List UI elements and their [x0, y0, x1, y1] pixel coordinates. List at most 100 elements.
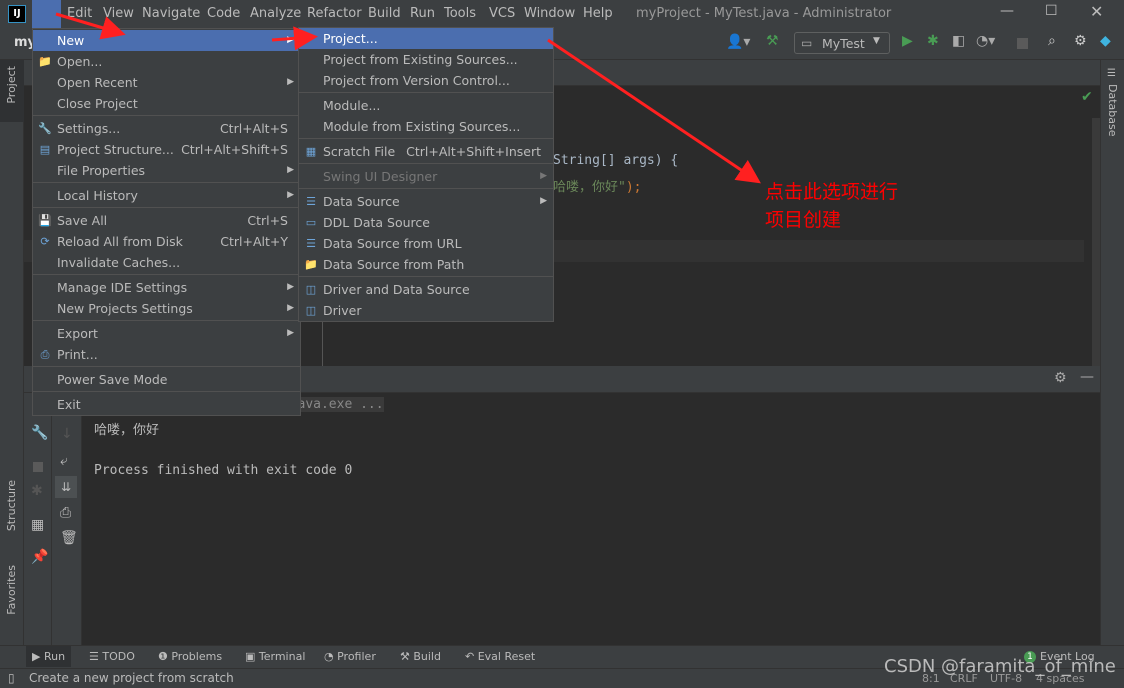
menu-refactor[interactable]: Refactor [307, 6, 362, 21]
menu-vcs[interactable]: VCS [489, 6, 515, 21]
editor-scrollbar[interactable] [1092, 118, 1100, 366]
menu-view[interactable]: View [103, 6, 134, 21]
project-structure-icon: ▤ [39, 143, 51, 156]
window-title: myProject - MyTest.java - Administrator [636, 6, 892, 21]
coverage-icon[interactable]: ◧ [952, 33, 965, 49]
tool-tab-build[interactable]: ⚒ Build [400, 650, 441, 663]
menu-item-driver-and-data-source[interactable]: ◫ Driver and Data Source [299, 279, 553, 300]
tool-tab-terminal[interactable]: ▣ Terminal [245, 650, 305, 663]
menu-item-open-recent[interactable]: Open Recent ▶ [33, 72, 300, 93]
scratch-file-icon: ▦ [305, 145, 317, 158]
menu-tools[interactable]: Tools [444, 6, 476, 21]
run-config-select[interactable]: ▭ MyTest ▼ [794, 32, 890, 54]
maximize-button[interactable]: ☐ [1045, 3, 1058, 19]
menu-run[interactable]: Run [410, 6, 435, 21]
menu-item-module-from-existing-sources[interactable]: Module from Existing Sources... [299, 116, 553, 137]
favorites-tab[interactable]: Favorites [5, 565, 18, 615]
menu-item-manage-ide-settings[interactable]: Manage IDE Settings ▶ [33, 277, 300, 298]
menu-item-scratch-file[interactable]: ▦ Scratch File Ctrl+Alt+Shift+Insert [299, 141, 553, 162]
build-hammer-icon[interactable]: ⚒ [766, 33, 779, 49]
gear-icon[interactable]: ⚙ [1074, 33, 1087, 49]
menu-item-data-source-from-path[interactable]: 📁 Data Source from Path [299, 254, 553, 275]
layout-icon[interactable]: ▦ [31, 517, 44, 533]
down-arrow-icon[interactable]: ↓ [61, 426, 73, 442]
menu-item-data-source-from-url[interactable]: ☰ Data Source from URL [299, 233, 553, 254]
menu-item-label: Project... [323, 31, 378, 46]
menu-build[interactable]: Build [368, 6, 401, 21]
menu-item-driver[interactable]: ◫ Driver [299, 300, 553, 321]
wrench-icon[interactable]: 🔧 [31, 425, 48, 441]
database-tab[interactable]: Database [1106, 84, 1119, 137]
menu-item-print[interactable]: ⎙ Print... [33, 344, 300, 365]
menu-item-ddl-data-source[interactable]: ▭ DDL Data Source [299, 212, 553, 233]
menu-item-power-save-mode[interactable]: Power Save Mode [33, 369, 300, 390]
submenu-arrow-icon: ▶ [287, 303, 294, 313]
pin-icon[interactable]: 📌 [31, 549, 48, 565]
debug-bug-icon[interactable]: ✱ [31, 483, 43, 499]
menu-item-open[interactable]: 📁 Open... [33, 51, 300, 72]
toggle-tool-windows-icon[interactable]: ▯ [8, 671, 15, 685]
menu-item-module[interactable]: Module... [299, 95, 553, 116]
submenu-arrow-icon: ▶ [287, 77, 294, 87]
tool-tab-run[interactable]: ▶ Run [26, 646, 72, 667]
menu-item-project-from-existing-sources[interactable]: Project from Existing Sources... [299, 49, 553, 70]
soft-wrap-icon[interactable]: ⤶ [60, 453, 68, 469]
menu-item-settings[interactable]: 🔧 Settings... Ctrl+Alt+S [33, 118, 300, 139]
tool-tab-problems[interactable]: ❶ Problems [158, 650, 222, 663]
user-icon[interactable]: 👤▾ [726, 34, 750, 50]
menu-item-new-projects-settings[interactable]: New Projects Settings ▶ [33, 298, 300, 319]
structure-tab[interactable]: Structure [5, 480, 18, 531]
menu-item-file-properties[interactable]: File Properties ▶ [33, 160, 300, 181]
menu-item-local-history[interactable]: Local History ▶ [33, 185, 300, 206]
run-icon[interactable]: ▶ [902, 33, 913, 49]
menu-item-project-from-version-control[interactable]: Project from Version Control... [299, 70, 553, 91]
stop-icon[interactable] [1017, 38, 1028, 49]
stop-icon[interactable] [33, 462, 43, 472]
menu-item-exit[interactable]: Exit [33, 394, 300, 415]
driver-icon: ◫ [305, 283, 317, 296]
menu-item-data-source[interactable]: ☰ Data Source ▶ [299, 191, 553, 212]
menu-window[interactable]: Window [524, 6, 575, 21]
menu-item-new[interactable]: New ▶ [33, 30, 300, 51]
menu-item-label: Data Source [323, 194, 400, 209]
project-tool-tab[interactable]: Project [0, 60, 24, 122]
database-icon: ☰ [306, 195, 316, 208]
problems-icon: ❶ [158, 650, 172, 663]
search-icon[interactable]: ⌕ [1048, 33, 1056, 49]
menu-item-export[interactable]: Export ▶ [33, 323, 300, 344]
tool-tab-profiler[interactable]: ◔ Profiler [324, 650, 376, 663]
minimize-button[interactable]: — [1000, 3, 1014, 19]
submenu-arrow-icon: ▶ [540, 196, 547, 206]
tool-tab-label: Profiler [337, 650, 376, 663]
menu-item-project[interactable]: Project... [299, 28, 553, 49]
menu-code[interactable]: Code [207, 6, 240, 21]
close-button[interactable]: ✕ [1090, 2, 1103, 21]
menu-item-invalidate-caches[interactable]: Invalidate Caches... [33, 252, 300, 273]
no-problems-check-icon: ✔ [1081, 89, 1093, 105]
menu-item-reload-all-from-disk[interactable]: ⟳ Reload All from Disk Ctrl+Alt+Y [33, 231, 300, 252]
gear-icon[interactable]: ⚙ [1054, 370, 1067, 386]
jetbrains-toolbox-icon[interactable]: ◆ [1100, 33, 1111, 49]
menu-edit[interactable]: Edit [67, 6, 92, 21]
debug-icon[interactable]: ✱ [927, 33, 939, 49]
menu-item-label: Open Recent [57, 75, 138, 90]
menu-item-project-structure[interactable]: ▤ Project Structure... Ctrl+Alt+Shift+S [33, 139, 300, 160]
title-bar: IJ FileEditViewNavigateCodeAnalyzeRefact… [0, 0, 1124, 28]
menu-navigate[interactable]: Navigate [142, 6, 200, 21]
profiler-icon[interactable]: ◔▾ [976, 33, 995, 49]
tool-tab-label: Run [43, 650, 66, 663]
run-config-label: MyTest [822, 36, 865, 51]
undo-icon: ↶ [465, 650, 478, 663]
run-icon: ▶ [32, 650, 44, 663]
print-icon[interactable]: ⎙ [60, 505, 71, 521]
menu-help[interactable]: Help [583, 6, 613, 21]
menu-item-save-all[interactable]: 💾 Save All Ctrl+S [33, 210, 300, 231]
menu-analyze[interactable]: Analyze [250, 6, 301, 21]
tool-tab-todo[interactable]: ☰ TODO [89, 650, 135, 663]
scroll-to-end-icon[interactable]: ⇊ [55, 476, 77, 498]
annotation-line: 项目创建 [765, 209, 842, 231]
tool-tab-eval-reset[interactable]: ↶ Eval Reset [465, 650, 535, 663]
menu-item-close-project[interactable]: Close Project [33, 93, 300, 114]
minimize-panel-icon[interactable]: — [1080, 369, 1094, 385]
trash-icon[interactable]: 🗑 [60, 530, 78, 546]
